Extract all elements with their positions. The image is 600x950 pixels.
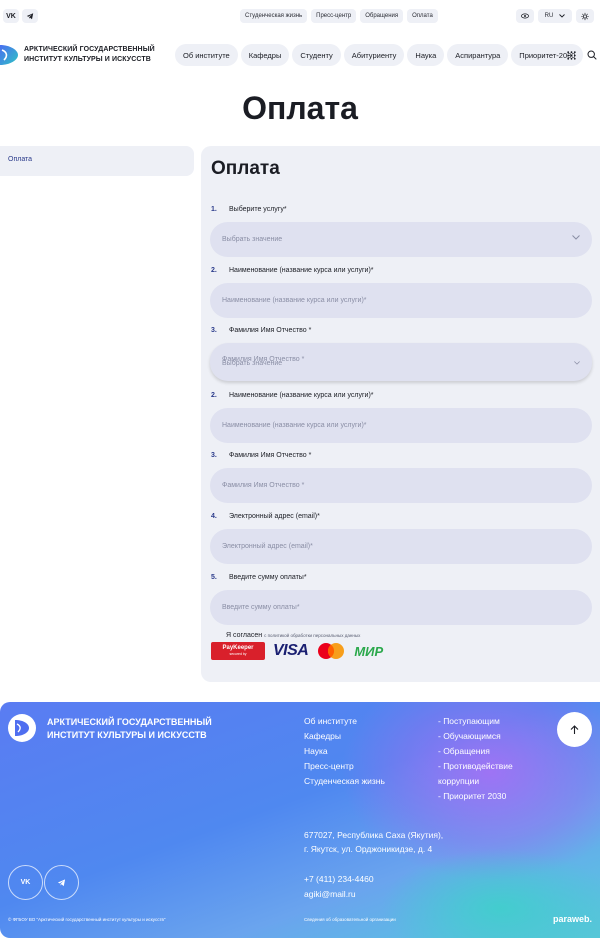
footer-glow — [380, 848, 600, 938]
footer-link-priority-2030[interactable]: - Приоритет 2030 — [438, 789, 513, 804]
sidebar-item-payment[interactable]: Оплата — [8, 156, 32, 163]
sidebar: Оплата — [0, 146, 194, 176]
top-bar: VK Студенческая жизнь Пресс-центр Обраще… — [0, 0, 600, 32]
menu-grid-button[interactable] — [561, 44, 581, 66]
search-button[interactable] — [582, 44, 600, 66]
mastercard-logo — [318, 643, 345, 659]
footer-link-appeals[interactable]: - Обращения — [438, 744, 513, 759]
institute-logo[interactable] — [8, 714, 36, 742]
footer-telegram-link[interactable] — [44, 865, 79, 900]
footer-nav: Об институте Кафедры Наука Пресс-центр С… — [304, 714, 385, 789]
footer-link-science[interactable]: Наука — [304, 744, 385, 759]
footer-institute-name: АРКТИЧЕСКИЙ ГОСУДАРСТВЕННЫЙ ИНСТИТУТ КУЛ… — [47, 717, 212, 740]
consent-checkbox[interactable]: Я согласен с политикой обработки персона… — [226, 632, 360, 639]
footer-vk-link[interactable]: VK — [8, 865, 43, 900]
question-label: 2. Наименование (название курса или услуг… — [211, 392, 374, 399]
language-select[interactable]: RU — [538, 9, 572, 23]
nav-item-applicant[interactable]: Абитуриенту — [343, 44, 405, 66]
question-label: 4. Электронный адрес (email)* — [211, 513, 320, 520]
telegram-icon — [57, 879, 66, 887]
footer-link-applicants[interactable]: - Поступающим — [438, 714, 513, 729]
footer-link-anticorruption-cont[interactable]: коррупции — [438, 774, 513, 789]
nav-item-science[interactable]: Наука — [407, 44, 445, 66]
institute-name[interactable]: АРКТИЧЕСКИЙ ГОСУДАРСТВЕННЫЙ ИНСТИТУТ КУЛ… — [24, 45, 155, 65]
full-name-input[interactable]: Фамилия Имя Отчество * — [210, 468, 592, 503]
footer-link-anticorruption[interactable]: - Противодействие — [438, 759, 513, 774]
nav-item-departments[interactable]: Кафедры — [240, 44, 290, 66]
top-links: Студенческая жизнь Пресс-центр Обращения… — [240, 9, 438, 23]
chevron-down-icon — [572, 235, 580, 240]
privacy-policy-link[interactable]: с политикой обработки персональных данны… — [264, 633, 360, 638]
full-name-select[interactable]: Фамилия Имя Отчество * Выбрать значение — [210, 343, 592, 381]
amount-input[interactable]: Введите сумму оплаты* — [210, 590, 592, 625]
top-link-student-life[interactable]: Студенческая жизнь — [240, 9, 308, 23]
top-right-controls: RU — [516, 9, 594, 23]
footer-copyright: © ФГБОУ ВО "Арктический государственный … — [8, 917, 166, 922]
chevron-down-icon — [559, 14, 566, 18]
footer-link-about[interactable]: Об институте — [304, 714, 385, 729]
accessibility-button[interactable] — [516, 9, 534, 23]
theme-toggle[interactable] — [576, 9, 594, 23]
nav-item-student[interactable]: Студенту — [292, 44, 341, 66]
institute-logo[interactable] — [0, 42, 20, 68]
question-label: 2. Наименование (название курса или услуг… — [211, 267, 374, 274]
question-label: 3. Фамилия Имя Отчество * — [211, 452, 312, 459]
question-label: 5. Введите сумму оплаты* — [211, 574, 307, 581]
visa-logo: VISA — [273, 642, 309, 659]
grid-icon — [566, 50, 576, 60]
nav-item-about[interactable]: Об институте — [175, 44, 238, 66]
footer-link-students[interactable]: - Обучающимся — [438, 729, 513, 744]
footer-email[interactable]: agiki@mail.ru — [304, 887, 374, 902]
footer-link-student-life[interactable]: Студенческая жизнь — [304, 774, 385, 789]
telegram-icon — [26, 13, 34, 20]
search-icon — [587, 50, 597, 60]
paykeeper-logo: PayKeeper secured by — [211, 642, 265, 660]
arrow-up-icon — [570, 724, 579, 734]
site-header: АРКТИЧЕСКИЙ ГОСУДАРСТВЕННЫЙ ИНСТИТУТ КУЛ… — [0, 38, 600, 74]
payment-logos: PayKeeper secured by VISA МИР — [211, 642, 383, 660]
form-title: Оплата — [211, 158, 280, 179]
developer-logo[interactable]: paraweb. — [553, 914, 592, 924]
telegram-link[interactable] — [22, 9, 38, 23]
footer-phone[interactable]: +7 (411) 234-4460 — [304, 872, 374, 887]
site-footer: АРКТИЧЕСКИЙ ГОСУДАРСТВЕННЫЙ ИНСТИТУТ КУЛ… — [0, 702, 600, 938]
course-name-input[interactable]: Наименование (название курса или услуги)… — [210, 408, 592, 443]
footer-link-press[interactable]: Пресс-центр — [304, 759, 385, 774]
chevron-down-icon — [574, 361, 580, 365]
footer-nav-secondary: - Поступающим - Обучающимся - Обращения … — [438, 714, 513, 804]
footer-link-departments[interactable]: Кафедры — [304, 729, 385, 744]
service-select[interactable]: Выбрать значение — [210, 222, 592, 257]
footer-contacts: +7 (411) 234-4460 agiki@mail.ru — [304, 872, 374, 902]
course-name-input[interactable]: Наименование (название курса или услуги)… — [210, 283, 592, 318]
sun-icon — [581, 12, 589, 20]
top-link-payment[interactable]: Оплата — [407, 9, 438, 23]
question-label: 3. Фамилия Имя Отчество * — [211, 327, 312, 334]
footer-info-link[interactable]: Сведения об образовательной организации — [304, 917, 396, 922]
footer-address: 677027, Республика Саха (Якутия), г. Яку… — [304, 830, 444, 854]
email-field[interactable]: Электронный адрес (email)* — [210, 529, 592, 564]
top-link-press[interactable]: Пресс-центр — [311, 9, 357, 23]
mir-logo: МИР — [354, 643, 384, 659]
main-nav: Об институте Кафедры Студенту Абитуриент… — [175, 44, 584, 66]
scroll-top-button[interactable] — [557, 712, 592, 747]
nav-item-postgraduate[interactable]: Аспирантура — [447, 44, 509, 66]
payment-form-card: Оплата 1. Выберите услугу* Выбрать значен… — [201, 146, 600, 682]
vk-link[interactable]: VK — [3, 9, 19, 23]
eye-icon — [521, 13, 529, 19]
question-label: 1. Выберите услугу* — [211, 206, 287, 213]
page-title: Оплата — [242, 90, 358, 126]
top-link-appeals[interactable]: Обращения — [360, 9, 404, 23]
